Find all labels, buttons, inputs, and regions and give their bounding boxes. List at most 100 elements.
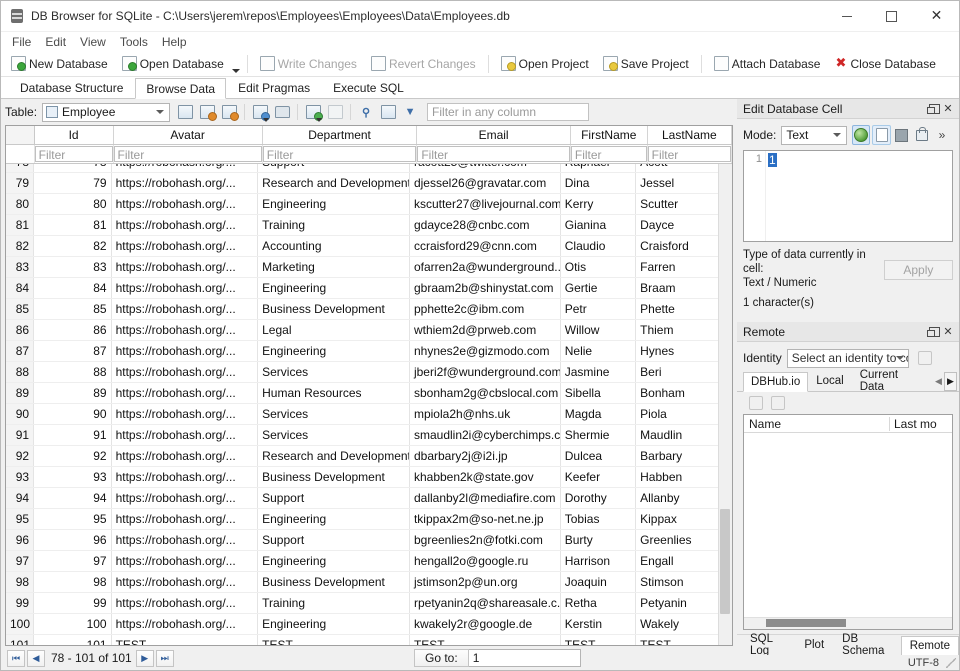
cell-department[interactable]: Business Development: [257, 571, 410, 593]
new-database-button[interactable]: New Database: [4, 53, 115, 75]
cell-firstname[interactable]: Harrison: [560, 550, 637, 572]
cell-avatar[interactable]: https://robohash.org/...: [111, 277, 259, 299]
cell-avatar[interactable]: https://robohash.org/...: [111, 214, 259, 236]
filter-input-firstname[interactable]: Filter: [570, 146, 647, 162]
cell-department[interactable]: Services: [257, 424, 410, 446]
cell-editor-text[interactable]: 1: [766, 151, 952, 241]
table-row[interactable]: 93 93 https://robohash.org/... Business Dev…: [6, 466, 719, 488]
cell-department[interactable]: Services: [257, 361, 410, 383]
cell-department[interactable]: Services: [257, 403, 410, 425]
remote-tab-current-data[interactable]: Current Data: [852, 369, 933, 393]
remote-tabs-scroll-left[interactable]: ◀: [933, 373, 944, 390]
delete-record-button[interactable]: [218, 102, 240, 122]
edit-cell-overflow-button[interactable]: »: [933, 125, 951, 145]
tab-browse-data[interactable]: Browse Data: [135, 78, 227, 99]
cell-department[interactable]: Research and Development: [257, 445, 410, 467]
cell-lastname[interactable]: Scutter: [635, 193, 719, 215]
cell-email[interactable]: dallanby2l@mediafire.com: [409, 487, 561, 509]
cell-id[interactable]: 90: [33, 403, 112, 425]
cell-avatar[interactable]: https://robohash.org/...: [111, 613, 259, 635]
cell-lastname[interactable]: Craisford: [635, 235, 719, 257]
row-header[interactable]: 94: [6, 487, 35, 509]
cell-email[interactable]: djessel26@gravatar.com: [409, 172, 561, 194]
remote-list-hscroll-thumb[interactable]: [766, 619, 846, 627]
identity-select[interactable]: Select an identity to conn: [786, 348, 909, 368]
write-changes-button[interactable]: Write Changes: [253, 53, 364, 75]
cell-firstname[interactable]: Shermie: [560, 424, 637, 446]
row-header[interactable]: 89: [6, 382, 35, 404]
close-button[interactable]: ✕: [914, 1, 959, 31]
filter-cell-firstname[interactable]: Filter: [570, 144, 648, 164]
cell-id[interactable]: 87: [33, 340, 112, 362]
import-button[interactable]: [852, 125, 871, 145]
table-row[interactable]: 96 96 https://robohash.org/... Support bgree…: [6, 529, 719, 551]
remote-list-hscrollbar[interactable]: [744, 617, 952, 629]
table-row[interactable]: 86 86 https://robohash.org/... Legal wthiem2…: [6, 319, 719, 341]
cell-lastname[interactable]: Braam: [635, 277, 719, 299]
cell-id[interactable]: 84: [33, 277, 112, 299]
cell-lastname[interactable]: Habben: [635, 466, 719, 488]
cell-lastname[interactable]: Piola: [635, 403, 719, 425]
global-filter-input[interactable]: Filter in any column: [427, 103, 590, 121]
cell-id[interactable]: 89: [33, 382, 112, 404]
tab-edit-pragmas[interactable]: Edit Pragmas: [227, 77, 321, 98]
table-row[interactable]: 98 98 https://robohash.org/... Business Dev…: [6, 571, 719, 593]
filter-cell-email[interactable]: Filter: [416, 144, 571, 164]
table-row[interactable]: 97 97 https://robohash.org/... Engineering h…: [6, 550, 719, 572]
cell-avatar[interactable]: https://robohash.org/...: [111, 340, 259, 362]
cell-lastname[interactable]: Beri: [635, 361, 719, 383]
cell-id[interactable]: 88: [33, 361, 112, 383]
filter-input-email[interactable]: Filter: [417, 146, 570, 162]
cell-avatar[interactable]: https://robohash.org/...: [111, 571, 259, 593]
filter-input-avatar[interactable]: Filter: [113, 146, 262, 162]
cell-department[interactable]: Marketing: [257, 256, 410, 278]
table-select[interactable]: Employee: [42, 102, 171, 122]
cell-email[interactable]: wthiem2d@prweb.com: [409, 319, 561, 341]
cell-firstname[interactable]: Retha: [560, 592, 637, 614]
table-row[interactable]: 82 82 https://robohash.org/... Accounting cc…: [6, 235, 719, 257]
filter-any-column-button[interactable]: ▼: [399, 102, 421, 122]
column-header-department[interactable]: Department: [262, 126, 418, 145]
remote-tab-local[interactable]: Local: [808, 371, 852, 391]
cell-firstname[interactable]: Dina: [560, 172, 637, 194]
print-cell-button[interactable]: [913, 125, 957, 670]
cell-id[interactable]: 96: [33, 529, 112, 551]
cell-avatar[interactable]: https://robohash.org/...: [111, 487, 259, 509]
cell-id[interactable]: 94: [33, 487, 112, 509]
cell-firstname[interactable]: Claudio: [560, 235, 637, 257]
cell-email[interactable]: TEST: [409, 634, 561, 645]
row-header[interactable]: 98: [6, 571, 35, 593]
cell-lastname[interactable]: Hynes: [635, 340, 719, 362]
row-header[interactable]: 83: [6, 256, 35, 278]
cell-firstname[interactable]: Gianina: [560, 214, 637, 236]
cell-firstname[interactable]: Magda: [560, 403, 637, 425]
remote-column-last-modified[interactable]: Last mo: [890, 417, 952, 431]
apply-button[interactable]: Apply: [883, 260, 953, 280]
cell-avatar[interactable]: https://robohash.org/...: [111, 550, 259, 572]
cell-department[interactable]: Engineering: [257, 613, 410, 635]
cell-lastname[interactable]: Dayce: [635, 214, 719, 236]
cell-lastname[interactable]: Kippax: [635, 508, 719, 530]
new-record-button[interactable]: [196, 102, 218, 122]
cell-firstname[interactable]: Kerstin: [560, 613, 637, 635]
row-header[interactable]: 80: [6, 193, 35, 215]
maximize-button[interactable]: [869, 1, 914, 31]
row-header[interactable]: 87: [6, 340, 35, 362]
table-row[interactable]: 92 92 https://robohash.org/... Research and…: [6, 445, 719, 467]
cell-firstname[interactable]: Raphael: [560, 164, 637, 173]
row-header[interactable]: 92: [6, 445, 35, 467]
attach-database-button[interactable]: Attach Database: [707, 53, 828, 75]
cell-department[interactable]: Engineering: [257, 508, 410, 530]
cell-email[interactable]: gbraam2b@shinystat.com: [409, 277, 561, 299]
cell-department[interactable]: Research and Development: [257, 172, 410, 194]
menu-item-tools[interactable]: Tools: [113, 34, 155, 50]
goto-button[interactable]: Go to:: [414, 649, 469, 667]
column-header-email[interactable]: Email: [416, 126, 571, 145]
cell-email[interactable]: smaudlin2i@cyberchimps.c...: [409, 424, 561, 446]
table-row[interactable]: 87 87 https://robohash.org/... Engineering n…: [6, 340, 719, 362]
previous-page-button[interactable]: ◀: [27, 649, 45, 667]
print-button[interactable]: [271, 102, 293, 122]
cell-id[interactable]: 78: [33, 164, 112, 173]
cell-firstname[interactable]: Keefer: [560, 466, 637, 488]
cell-email[interactable]: mpiola2h@nhs.uk: [409, 403, 561, 425]
